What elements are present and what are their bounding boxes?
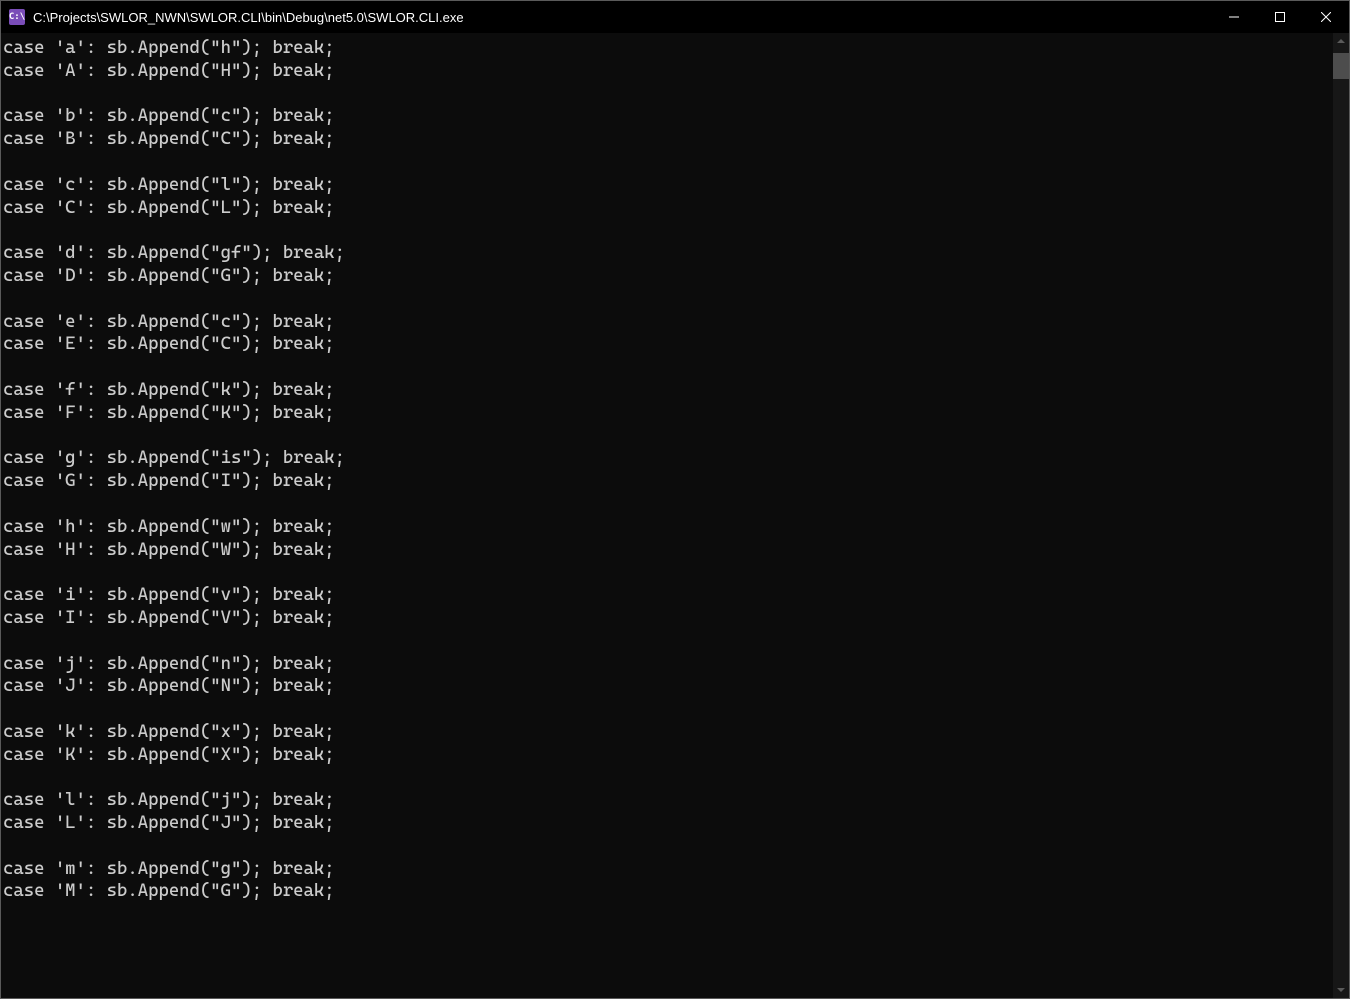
chevron-up-icon [1337,39,1345,43]
console-output[interactable]: case 'a': sb.Append("h"); break; case 'A… [1,33,1333,998]
console-body: case 'a': sb.Append("h"); break; case 'A… [1,33,1349,998]
window-controls [1211,1,1349,33]
scrollbar-vertical[interactable] [1333,33,1349,998]
chevron-down-icon [1337,988,1345,992]
app-icon: C:\ [9,9,25,25]
scroll-thumb[interactable] [1333,53,1349,79]
titlebar[interactable]: C:\ C:\Projects\SWLOR_NWN\SWLOR.CLI\bin\… [1,1,1349,33]
maximize-icon [1275,12,1285,22]
window-title: C:\Projects\SWLOR_NWN\SWLOR.CLI\bin\Debu… [33,10,464,25]
console-window: C:\ C:\Projects\SWLOR_NWN\SWLOR.CLI\bin\… [0,0,1350,999]
maximize-button[interactable] [1257,1,1303,33]
close-button[interactable] [1303,1,1349,33]
minimize-button[interactable] [1211,1,1257,33]
titlebar-left: C:\ C:\Projects\SWLOR_NWN\SWLOR.CLI\bin\… [9,9,464,25]
minimize-icon [1229,12,1239,22]
close-icon [1321,12,1331,22]
scroll-down-arrow[interactable] [1333,982,1349,998]
scroll-up-arrow[interactable] [1333,33,1349,49]
